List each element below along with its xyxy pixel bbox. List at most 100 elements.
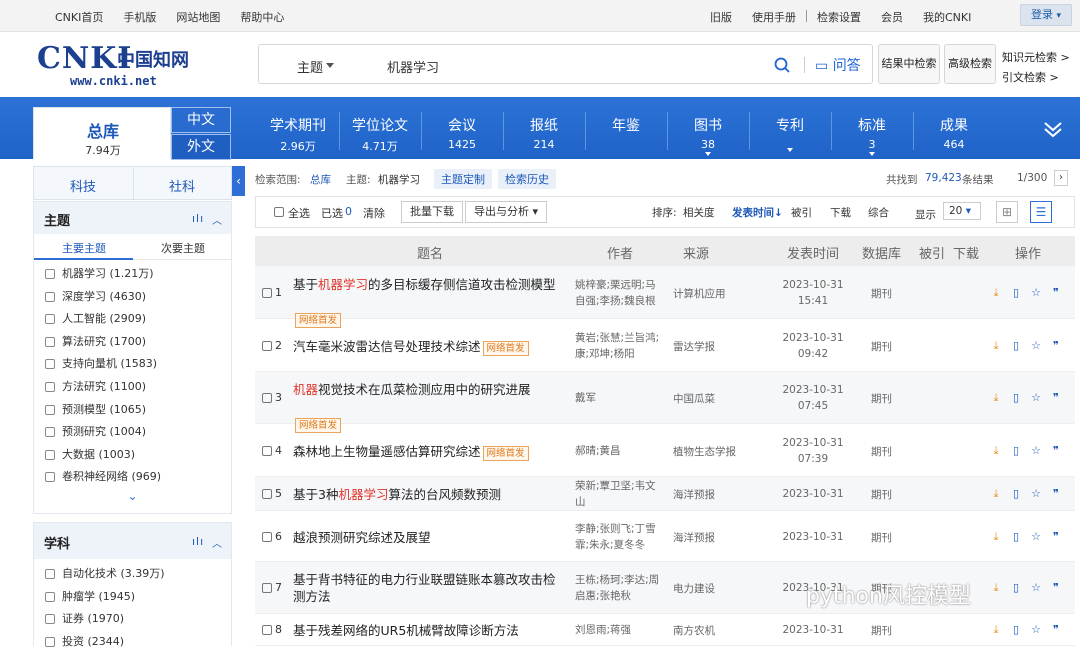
checkbox[interactable] (45, 291, 55, 302)
facet-item[interactable]: 自动化技术 (3.39万) (34, 563, 231, 586)
search-icon[interactable] (774, 57, 790, 73)
select-all-checkbox[interactable] (274, 207, 284, 217)
collapse-sidebar-button[interactable]: ‹ (232, 166, 245, 196)
checkbox[interactable] (45, 336, 55, 347)
checkbox[interactable] (45, 427, 55, 438)
tab-achievement[interactable]: 成果 464 (913, 115, 995, 151)
quote-icon[interactable]: ❞ (1049, 391, 1063, 405)
result-title-link[interactable]: 基于背书特征的电力行业联盟链账本篡改攻击检测方法 (293, 571, 563, 605)
author-list[interactable]: 李静;张则飞;丁雪霏;朱永;夏冬冬 (575, 521, 665, 553)
link-manual[interactable]: 使用手册 (742, 9, 806, 25)
quote-icon[interactable]: ❞ (1049, 339, 1063, 353)
facet-item[interactable]: 卷积神经网络 (969) (34, 466, 231, 489)
row-checkbox[interactable] (262, 393, 272, 403)
facet-item[interactable]: 投资 (2344) (34, 631, 231, 653)
source-link[interactable]: 电力建设 (673, 581, 715, 596)
table-row[interactable]: 6 越浪预测研究综述及展望 李静;张则飞;丁雪霏;朱永;夏冬冬 海洋预报 202… (255, 511, 1075, 562)
facet-item[interactable]: 预测模型 (1065) (34, 399, 231, 422)
author-list[interactable]: 王栋;杨珂;李达;周启惠;张艳秋 (575, 572, 665, 604)
author-list[interactable]: 荣新;覃卫坚;韦文山 (575, 478, 665, 510)
row-checkbox[interactable] (262, 489, 272, 499)
checkbox[interactable] (45, 381, 55, 392)
lang-foreign-tab[interactable]: 外文 (171, 134, 231, 160)
favorite-star-icon[interactable]: ☆ (1029, 444, 1043, 458)
result-title-link[interactable]: 基于残差网络的UR5机械臂故障诊断方法 (293, 622, 563, 639)
tab-patent[interactable]: 专利 (749, 115, 831, 152)
source-link[interactable]: 雷达学报 (673, 339, 715, 354)
favorite-star-icon[interactable]: ☆ (1029, 623, 1043, 637)
row-checkbox[interactable] (262, 340, 272, 351)
download-icon[interactable]: ⤓ (989, 444, 1003, 458)
expand-chevron-icon[interactable] (1042, 118, 1064, 140)
link-search-settings[interactable]: 检索设置 (807, 9, 871, 25)
search-in-results-button[interactable]: 结果中检索 (878, 44, 940, 84)
tab-standard[interactable]: 标准 3 (831, 115, 913, 156)
checkbox[interactable] (45, 569, 55, 579)
download-icon[interactable]: ⤓ (989, 581, 1003, 595)
table-row[interactable]: 3 机器视觉技术在瓜菜检测应用中的研究进展 网络首发 戴军 中国瓜菜 2023-1… (255, 372, 1075, 433)
facet-item[interactable]: 人工智能 (2909) (34, 308, 231, 331)
row-checkbox[interactable] (262, 531, 272, 542)
sort-publish-time[interactable]: 发表时间↓ (732, 205, 783, 220)
quote-icon[interactable]: ❞ (1049, 487, 1063, 501)
lang-chinese-tab[interactable]: 中文 (171, 107, 231, 133)
tab-journal[interactable]: 学术期刊 2.96万 (257, 115, 339, 154)
source-link[interactable]: 南方农机 (673, 623, 715, 638)
author-list[interactable]: 姚梓豪;栗远明;马自强;李扬;魏良根 (575, 277, 665, 309)
checkbox[interactable] (45, 404, 55, 415)
clear-button[interactable]: 清除 (363, 205, 385, 221)
login-button[interactable]: 登录 ▾ (1020, 4, 1072, 26)
advanced-search-button[interactable]: 高级检索 (944, 44, 996, 84)
topic-customize-button[interactable]: 主题定制 (434, 169, 492, 189)
chevron-up-icon[interactable]: ︿ (212, 535, 222, 550)
tab-book[interactable]: 图书 38 (667, 115, 749, 156)
author-list[interactable]: 郝晴;黄昌 (575, 443, 665, 459)
next-page-chevron-icon[interactable]: › (1054, 170, 1068, 186)
sort-overall[interactable]: 综合 (868, 205, 889, 220)
author-list[interactable]: 刘恩雨;蒋强 (575, 622, 665, 638)
read-online-icon[interactable]: ▯ (1009, 444, 1023, 458)
export-analysis-button[interactable]: 导出与分析 ▾ (465, 201, 547, 223)
facet-item[interactable]: 方法研究 (1100) (34, 376, 231, 399)
link-citation-search[interactable]: 引文检索 > (1002, 68, 1070, 88)
bar-chart-icon[interactable]: ılı (192, 212, 204, 225)
facet-item[interactable]: 机器学习 (1.21万) (34, 263, 231, 286)
grid-view-icon[interactable]: ⊞ (996, 201, 1018, 223)
checkbox[interactable] (45, 472, 55, 483)
favorite-star-icon[interactable]: ☆ (1029, 391, 1043, 405)
tab-main-topic[interactable]: 主要主题 (62, 240, 106, 256)
show-more-chevron-icon[interactable]: ⌄ (34, 489, 231, 511)
author-list[interactable]: 黄岩;张慧;兰旨鸿;康;邓坤;杨阳 (575, 330, 665, 362)
read-online-icon[interactable]: ▯ (1009, 623, 1023, 637)
cnki-logo[interactable]: CNKI 中国知网 www.cnki.net (37, 42, 197, 89)
tab-thesis[interactable]: 学位论文 4.71万 (339, 115, 421, 154)
download-icon[interactable]: ⤓ (989, 391, 1003, 405)
download-icon[interactable]: ⤓ (989, 530, 1003, 544)
checkbox[interactable] (45, 314, 55, 325)
row-checkbox[interactable] (262, 445, 272, 456)
read-online-icon[interactable]: ▯ (1009, 581, 1023, 595)
tab-secondary-topic[interactable]: 次要主题 (161, 240, 205, 256)
list-view-icon[interactable]: ☰ (1030, 201, 1052, 223)
tab-yearbook[interactable]: 年鉴 (585, 115, 667, 138)
result-title-link[interactable]: 森林地上生物量遥感估算研究综述 网络首发 (293, 443, 563, 461)
favorite-star-icon[interactable]: ☆ (1029, 581, 1043, 595)
source-link[interactable]: 海洋预报 (673, 530, 715, 545)
quote-icon[interactable]: ❞ (1049, 581, 1063, 595)
source-link[interactable]: 中国瓜菜 (673, 391, 715, 406)
checkbox[interactable] (45, 269, 55, 279)
checkbox[interactable] (45, 636, 55, 647)
read-online-icon[interactable]: ▯ (1009, 487, 1023, 501)
ask-button[interactable]: ▭ 问答 (815, 55, 861, 75)
checkbox[interactable] (45, 614, 55, 625)
row-checkbox[interactable] (262, 583, 272, 593)
table-row[interactable]: 5 基于3种机器学习算法的台风频数预测 荣新;覃卫坚;韦文山 海洋预报 2023… (255, 477, 1075, 511)
result-title-link[interactable]: 汽车毫米波雷达信号处理技术综述 网络首发 (293, 338, 563, 356)
source-link[interactable]: 植物生态学报 (673, 444, 736, 459)
link-old-version[interactable]: 旧版 (700, 9, 742, 25)
table-row[interactable]: 2 汽车毫米波雷达信号处理技术综述 网络首发 黄岩;张慧;兰旨鸿;康;邓坤;杨阳 … (255, 319, 1075, 372)
quote-icon[interactable]: ❞ (1049, 530, 1063, 544)
link-member[interactable]: 会员 (871, 9, 913, 25)
sort-downloads[interactable]: 下载 (830, 205, 851, 220)
source-link[interactable]: 海洋预报 (673, 487, 715, 502)
